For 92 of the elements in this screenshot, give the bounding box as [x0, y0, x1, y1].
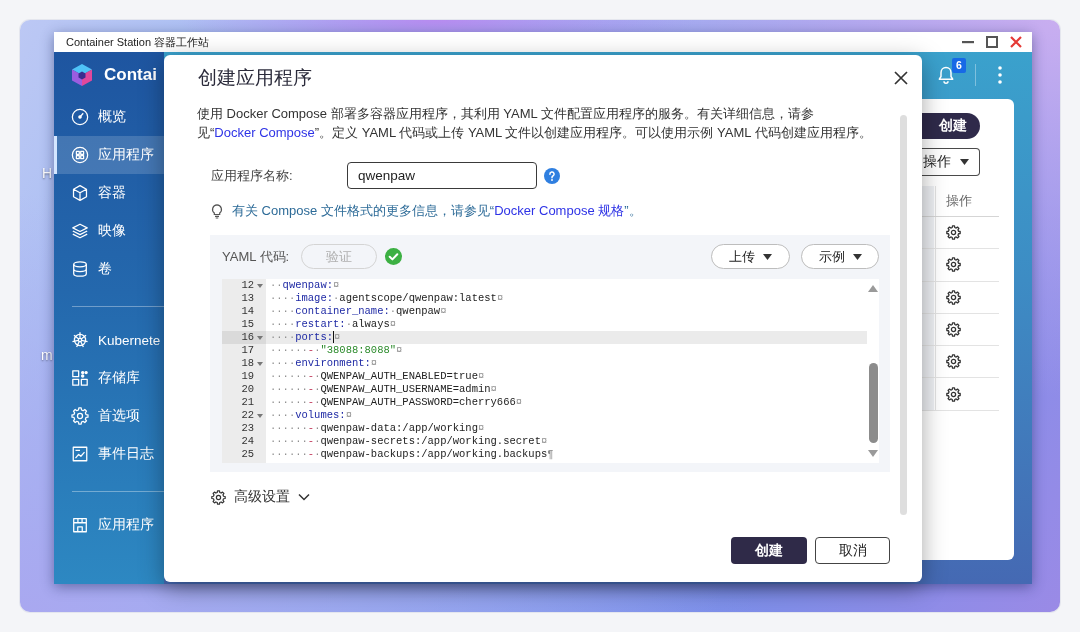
- code-editor[interactable]: [222, 279, 879, 463]
- settings-icon[interactable]: [946, 386, 961, 402]
- repository-icon: [71, 369, 89, 387]
- column-header: 操作: [946, 192, 972, 210]
- line-number: 24: [241, 435, 254, 448]
- code-line[interactable]: ······-·QWENPAW_AUTH_USERNAME=admin¤: [266, 383, 867, 396]
- code-line[interactable]: ······-·qwenpaw-data:/app/working¤: [266, 422, 867, 435]
- line-number: 14: [241, 305, 254, 318]
- sidebar-item[interactable]: 概览: [54, 98, 164, 136]
- fold-caret-icon[interactable]: [257, 283, 263, 288]
- caret-up-icon[interactable]: [868, 285, 878, 292]
- apps-icon: [71, 146, 89, 164]
- line-number: 19: [241, 370, 254, 383]
- code-line[interactable]: ····container_name:·qwenpaw¤: [266, 305, 867, 318]
- line-number: 15: [241, 318, 254, 331]
- close-icon[interactable]: [894, 70, 908, 85]
- line-number: 12: [241, 279, 254, 292]
- dialog-title: 创建应用程序: [198, 65, 312, 90]
- code-line[interactable]: ······-·qwenpaw-backups:/app/working.backups¶: [266, 448, 867, 461]
- cube-logo-icon: [72, 64, 92, 86]
- database-icon: [71, 260, 89, 278]
- description-text: 使用 Docker Compose 部署多容器应用程序，其利用 YAML 文件配置应用程序的服务。有关详细信息，请参见“Docker Compose”。定义 YAML 代码或上传 YAML 文件以创建应用程序。可以使用示例 YAML 代码创建应用程序。: [197, 105, 873, 142]
- sidebar-item[interactable]: 存储库: [54, 359, 164, 397]
- store-icon: [71, 516, 89, 534]
- caret-icon: [960, 159, 969, 165]
- cube-icon: [71, 184, 89, 202]
- code-line[interactable]: ······-·qwenpaw-secrets:/app/working.secret¤: [266, 435, 867, 448]
- compose-spec-link[interactable]: Docker Compose 规格: [494, 203, 625, 218]
- fold-caret-icon[interactable]: [257, 413, 263, 418]
- caret-down-icon[interactable]: [868, 450, 878, 457]
- settings-icon[interactable]: [946, 322, 961, 338]
- sidebar-item[interactable]: 事件日志: [54, 435, 164, 473]
- code-line[interactable]: ····volumes:¤: [266, 409, 867, 422]
- app-name-label: 应用程序名称:: [211, 166, 294, 185]
- line-number: 17: [241, 344, 254, 357]
- yaml-label: YAML 代码:: [222, 247, 290, 266]
- line-number: 18: [241, 357, 254, 370]
- settings-icon[interactable]: [946, 257, 961, 273]
- cancel-button[interactable]: 取消: [815, 537, 890, 564]
- line-number: 25: [241, 448, 254, 461]
- code-line[interactable]: ····restart:·always¤: [266, 318, 867, 331]
- upload-button[interactable]: 上传: [711, 244, 790, 269]
- scrollbar-thumb[interactable]: [900, 115, 907, 515]
- line-number: 22: [241, 409, 254, 422]
- scrollbar-thumb[interactable]: [868, 363, 878, 443]
- advanced-settings-toggle[interactable]: 高级设置: [211, 488, 310, 506]
- actions-dropdown[interactable]: 操作: [922, 148, 980, 176]
- example-button[interactable]: 示例: [801, 244, 879, 269]
- code-line[interactable]: ··qwenpaw:¤: [266, 279, 867, 292]
- sidebar-item[interactable]: 卷: [54, 250, 164, 288]
- sidebar-item[interactable]: 容器: [54, 174, 164, 212]
- code-line[interactable]: ······-·QWENPAW_AUTH_PASSWORD=cherry666¤: [266, 396, 867, 409]
- sidebar-item[interactable]: Kubernete: [54, 321, 164, 359]
- layers-icon: [71, 222, 89, 240]
- settings-icon[interactable]: [946, 289, 961, 305]
- create-button[interactable]: 创建: [922, 113, 980, 139]
- app-name-field[interactable]: qwenpaw: [347, 162, 537, 189]
- help-icon[interactable]: [544, 167, 560, 184]
- chart-icon: [71, 445, 89, 463]
- sidebar-item[interactable]: 首选项: [54, 397, 164, 435]
- line-number: 16: [241, 331, 254, 344]
- maximize-icon[interactable]: [986, 36, 998, 48]
- code-line[interactable]: ······-·QWENPAW_AUTH_ENABLED=true¤: [266, 370, 867, 383]
- caret-icon: [763, 253, 772, 260]
- code-line[interactable]: ····image:·agentscope/qwenpaw:latest¤: [266, 292, 867, 305]
- notification-badge: 6: [952, 58, 966, 73]
- code-line[interactable]: ······-·"38088:8088"¤: [266, 344, 867, 357]
- sidebar-item[interactable]: 应用程序: [54, 506, 164, 544]
- line-number: 21: [241, 396, 254, 409]
- line-number: 20: [241, 383, 254, 396]
- settings-icon[interactable]: [946, 354, 961, 370]
- sidebar-item[interactable]: 应用程序: [54, 136, 164, 174]
- line-number: 13: [241, 292, 254, 305]
- docker-compose-link[interactable]: Docker Compose: [214, 125, 315, 140]
- fold-caret-icon[interactable]: [257, 335, 263, 340]
- caret-icon: [852, 253, 862, 260]
- line-number: 23: [241, 422, 254, 435]
- gear-icon: [211, 489, 226, 505]
- gauge-icon: [71, 108, 89, 126]
- code-line[interactable]: ····environment:¤: [266, 357, 867, 370]
- app-title: Contai: [104, 65, 157, 85]
- lightbulb-icon: [211, 203, 223, 219]
- sidebar-item[interactable]: 映像: [54, 212, 164, 250]
- window-title: Container Station 容器工作站: [66, 34, 210, 50]
- fold-caret-icon[interactable]: [257, 361, 263, 366]
- more-options-icon[interactable]: [998, 66, 1002, 84]
- helm-wheel-icon: [71, 331, 89, 349]
- notification-bell-icon[interactable]: [936, 65, 956, 85]
- hint-text: 有关 Compose 文件格式的更多信息，请参见“Docker Compose 规格”。: [232, 202, 642, 220]
- settings-icon[interactable]: [946, 225, 961, 241]
- create-button[interactable]: 创建: [731, 537, 807, 564]
- settings-icon: [71, 407, 89, 425]
